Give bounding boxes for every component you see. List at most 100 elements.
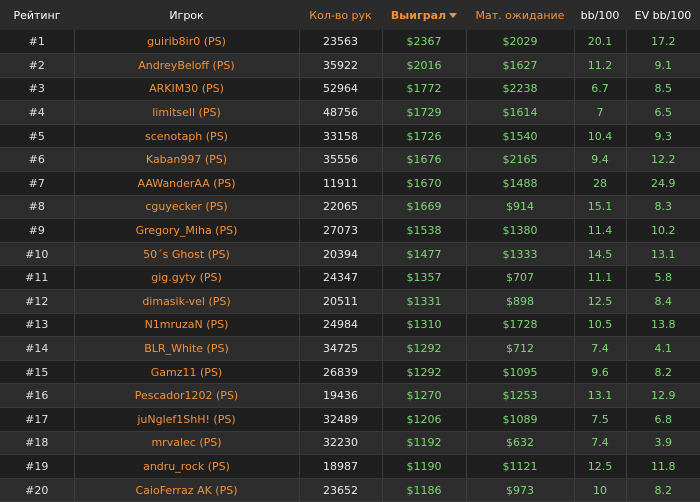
won-cell: $2367 [381, 30, 466, 55]
rank-cell: #14 [0, 336, 74, 361]
won-cell: $1670 [381, 171, 466, 196]
bb100-cell: 12.5 [573, 289, 626, 314]
player-link[interactable]: andru_rock (PS) [73, 454, 299, 479]
ev-cell: $1728 [465, 313, 574, 338]
leaderboard-table: Рейтинг Игрок Кол-во рук Выиграл Мат. ож… [0, 0, 700, 502]
evbb100-cell: 12.2 [625, 147, 700, 173]
table-row: #2 AndreyBeloff (PS) 35922 $2016 $1627 11.2 9.… [0, 53, 700, 78]
header-row: Рейтинг Игрок Кол-во рук Выиграл Мат. ож… [0, 0, 700, 30]
bb100-cell: 9.6 [573, 360, 626, 385]
ev-cell: $1253 [465, 383, 574, 408]
sort-ev-header[interactable]: Мат. ожидание [466, 0, 574, 30]
evbb100-cell: 3.9 [625, 431, 700, 456]
player-link[interactable]: BLR_White (PS) [73, 336, 299, 361]
rank-cell: #5 [0, 124, 74, 149]
won-cell: $1726 [381, 124, 466, 149]
rank-cell: #9 [0, 218, 74, 243]
evbb100-cell: 9.1 [625, 53, 700, 78]
player-link[interactable]: mrvalec (PS) [73, 431, 299, 456]
bb100-cell: 10 [573, 478, 626, 502]
player-link[interactable]: ARKIM30 (PS) [73, 77, 299, 102]
ev-cell: $973 [465, 478, 574, 502]
hands-cell: 35922 [298, 53, 382, 78]
player-link[interactable]: juNglef1ShH! (PS) [73, 407, 299, 432]
player-link[interactable]: Kaban997 (PS) [73, 147, 299, 173]
player-link[interactable]: Gamz11 (PS) [73, 360, 299, 385]
sort-hands-header[interactable]: Кол-во рук [299, 0, 382, 30]
player-link[interactable]: guirib8ir0 (PS) [73, 30, 299, 55]
rank-cell: #13 [0, 313, 74, 338]
bb100-cell: 28 [573, 171, 626, 196]
evbb100-cell: 24.9 [625, 171, 700, 196]
evbb100-cell: 11.8 [625, 454, 700, 479]
player-link[interactable]: AAWanderAA (PS) [73, 171, 299, 196]
won-cell: $1477 [381, 242, 466, 267]
hands-cell: 48756 [298, 100, 382, 125]
ev-cell: $1614 [465, 100, 574, 125]
sort-desc-icon [449, 13, 458, 18]
ev-cell: $1380 [465, 218, 574, 243]
hands-cell: 26839 [298, 360, 382, 385]
header-won-label: Выиграл [390, 8, 447, 22]
table-body: #1 guirib8ir0 (PS) 23563 $2367 $2029 20.1 17.2… [0, 30, 700, 502]
bb100-cell: 15.1 [573, 195, 626, 220]
won-cell: $1538 [381, 218, 466, 243]
bb100-cell: 12.5 [573, 454, 626, 479]
player-link[interactable]: Pescador1202 (PS) [73, 383, 299, 408]
player-link[interactable]: gig.gyty (PS) [73, 265, 299, 291]
hands-cell: 18987 [298, 454, 382, 479]
player-link[interactable]: AndreyBeloff (PS) [73, 53, 299, 78]
won-cell: $1310 [381, 313, 466, 338]
header-rank: Рейтинг [13, 8, 61, 22]
bb100-cell: 11.1 [573, 265, 626, 291]
won-cell: $1192 [381, 431, 466, 456]
evbb100-cell: 17.2 [625, 30, 700, 55]
won-cell: $1292 [381, 360, 466, 385]
rank-cell: #11 [0, 265, 74, 291]
bb100-cell: 10.4 [573, 124, 626, 149]
hands-cell: 20394 [298, 242, 382, 267]
bb100-cell: 14.5 [573, 242, 626, 267]
table-row: #13 N1mruzaN (PS) 24984 $1310 $1728 10.5 13.8 [0, 313, 700, 338]
header-bb100: bb/100 [580, 8, 620, 22]
hands-cell: 23652 [298, 478, 382, 502]
table-row: #7 AAWanderAA (PS) 11911 $1670 $1488 28 24.9 [0, 171, 700, 196]
player-link[interactable]: CaioFerraz AK (PS) [73, 478, 299, 502]
player-link[interactable]: scenotaph (PS) [73, 124, 299, 149]
hands-cell: 24347 [298, 265, 382, 291]
player-link[interactable]: cguyecker (PS) [73, 195, 299, 220]
sort-won-header[interactable]: Выиграл [382, 0, 466, 30]
table-row: #15 Gamz11 (PS) 26839 $1292 $1095 9.6 8.2 [0, 360, 700, 385]
table-row: #1 guirib8ir0 (PS) 23563 $2367 $2029 20.1 17.2 [0, 30, 700, 55]
ev-cell: $1333 [465, 242, 574, 267]
hands-cell: 23563 [298, 30, 382, 55]
evbb100-cell: 4.1 [625, 336, 700, 361]
ev-cell: $898 [465, 289, 574, 314]
ev-cell: $712 [465, 336, 574, 361]
hands-cell: 19436 [298, 383, 382, 408]
bb100-cell: 6.7 [573, 77, 626, 102]
rank-cell: #16 [0, 383, 74, 408]
player-link[interactable]: Gregory_Miha (PS) [73, 218, 299, 243]
player-link[interactable]: dimasik-vel (PS) [73, 289, 299, 314]
player-link[interactable]: N1mruzaN (PS) [73, 313, 299, 338]
bb100-cell: 7.4 [573, 336, 626, 361]
evbb100-cell: 13.1 [625, 242, 700, 267]
hands-cell: 22065 [298, 195, 382, 220]
player-link[interactable]: 50´s Ghost (PS) [73, 242, 299, 267]
rank-cell: #2 [0, 53, 74, 78]
table-row: #12 dimasik-vel (PS) 20511 $1331 $898 12.5 8.4 [0, 289, 700, 314]
table-row: #11 gig.gyty (PS) 24347 $1357 $707 11.1 5.8 [0, 265, 700, 291]
rank-cell: #15 [0, 360, 74, 385]
ev-cell: $2238 [465, 77, 574, 102]
table-row: #17 juNglef1ShH! (PS) 32489 $1206 $1089 7.5 6.… [0, 407, 700, 432]
rank-cell: #3 [0, 77, 74, 102]
evbb100-cell: 10.2 [625, 218, 700, 243]
evbb100-cell: 8.2 [625, 360, 700, 385]
won-cell: $1676 [381, 147, 466, 173]
player-link[interactable]: limitsell (PS) [73, 100, 299, 125]
won-cell: $1772 [381, 77, 466, 102]
ev-cell: $1488 [465, 171, 574, 196]
bb100-cell: 20.1 [573, 30, 626, 55]
ev-cell: $914 [465, 195, 574, 220]
